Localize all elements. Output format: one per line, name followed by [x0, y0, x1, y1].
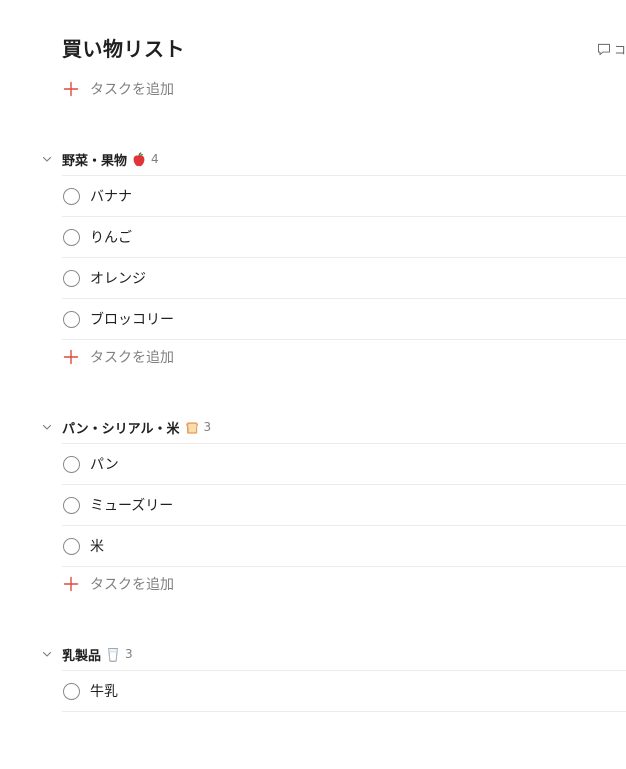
task-checkbox[interactable]	[63, 269, 80, 287]
divider	[62, 711, 626, 712]
task-checkbox[interactable]	[63, 187, 80, 205]
chevron-down-icon[interactable]	[40, 647, 54, 661]
task-label: 米	[90, 539, 104, 555]
plus-icon	[63, 576, 79, 592]
bread-icon	[185, 421, 198, 434]
apple-icon	[133, 151, 145, 166]
task-item[interactable]: 米	[62, 526, 626, 566]
section-header-produce[interactable]: 野菜・果物 4	[40, 148, 159, 170]
task-checkbox[interactable]	[63, 496, 80, 514]
plus-icon	[63, 81, 79, 97]
comment-icon	[597, 43, 610, 55]
task-label: オレンジ	[90, 271, 146, 287]
add-task-button[interactable]: タスクを追加	[62, 346, 174, 368]
task-item[interactable]: ミューズリー	[62, 485, 626, 525]
section-name: 野菜・果物	[62, 153, 128, 169]
task-label: パン	[90, 457, 119, 473]
section-header-bread[interactable]: パン・シリアル・米 3	[40, 416, 211, 438]
comment-label: コ	[613, 42, 626, 57]
task-count: 4	[151, 152, 159, 166]
task-item[interactable]: ブロッコリー	[62, 299, 626, 339]
task-checkbox[interactable]	[63, 455, 80, 473]
page-title: 買い物リスト	[62, 37, 185, 61]
task-item[interactable]: バナナ	[62, 176, 626, 216]
task-count: 3	[125, 647, 133, 661]
task-item[interactable]: りんご	[62, 217, 626, 257]
task-label: バナナ	[90, 189, 132, 205]
milk-glass-icon	[108, 647, 118, 662]
chevron-down-icon[interactable]	[40, 152, 54, 166]
task-count: 3	[203, 420, 212, 434]
task-checkbox[interactable]	[63, 537, 80, 555]
plus-icon	[63, 349, 79, 365]
task-checkbox[interactable]	[63, 310, 80, 328]
add-task-label: タスクを追加	[90, 577, 174, 593]
divider	[62, 339, 626, 340]
section-name: パン・シリアル・米	[62, 421, 180, 437]
task-checkbox[interactable]	[63, 228, 80, 246]
task-label: ミューズリー	[90, 498, 174, 514]
task-item[interactable]: オレンジ	[62, 258, 626, 298]
task-item[interactable]: 牛乳	[62, 671, 626, 711]
task-label: りんご	[90, 230, 132, 246]
divider	[62, 566, 626, 567]
add-task-button[interactable]: タスクを追加	[62, 573, 174, 595]
section-name: 乳製品	[62, 648, 102, 664]
chevron-down-icon[interactable]	[40, 420, 54, 434]
task-label: ブロッコリー	[90, 312, 174, 328]
section-header-dairy[interactable]: 乳製品 3	[40, 643, 133, 665]
task-item[interactable]: パン	[62, 444, 626, 484]
add-task-button[interactable]: タスクを追加	[62, 78, 174, 100]
task-checkbox[interactable]	[63, 682, 80, 700]
task-label: 牛乳	[90, 684, 118, 700]
comment-button[interactable]: コ	[597, 38, 626, 60]
add-task-label: タスクを追加	[90, 350, 174, 366]
add-task-label: タスクを追加	[90, 82, 174, 98]
